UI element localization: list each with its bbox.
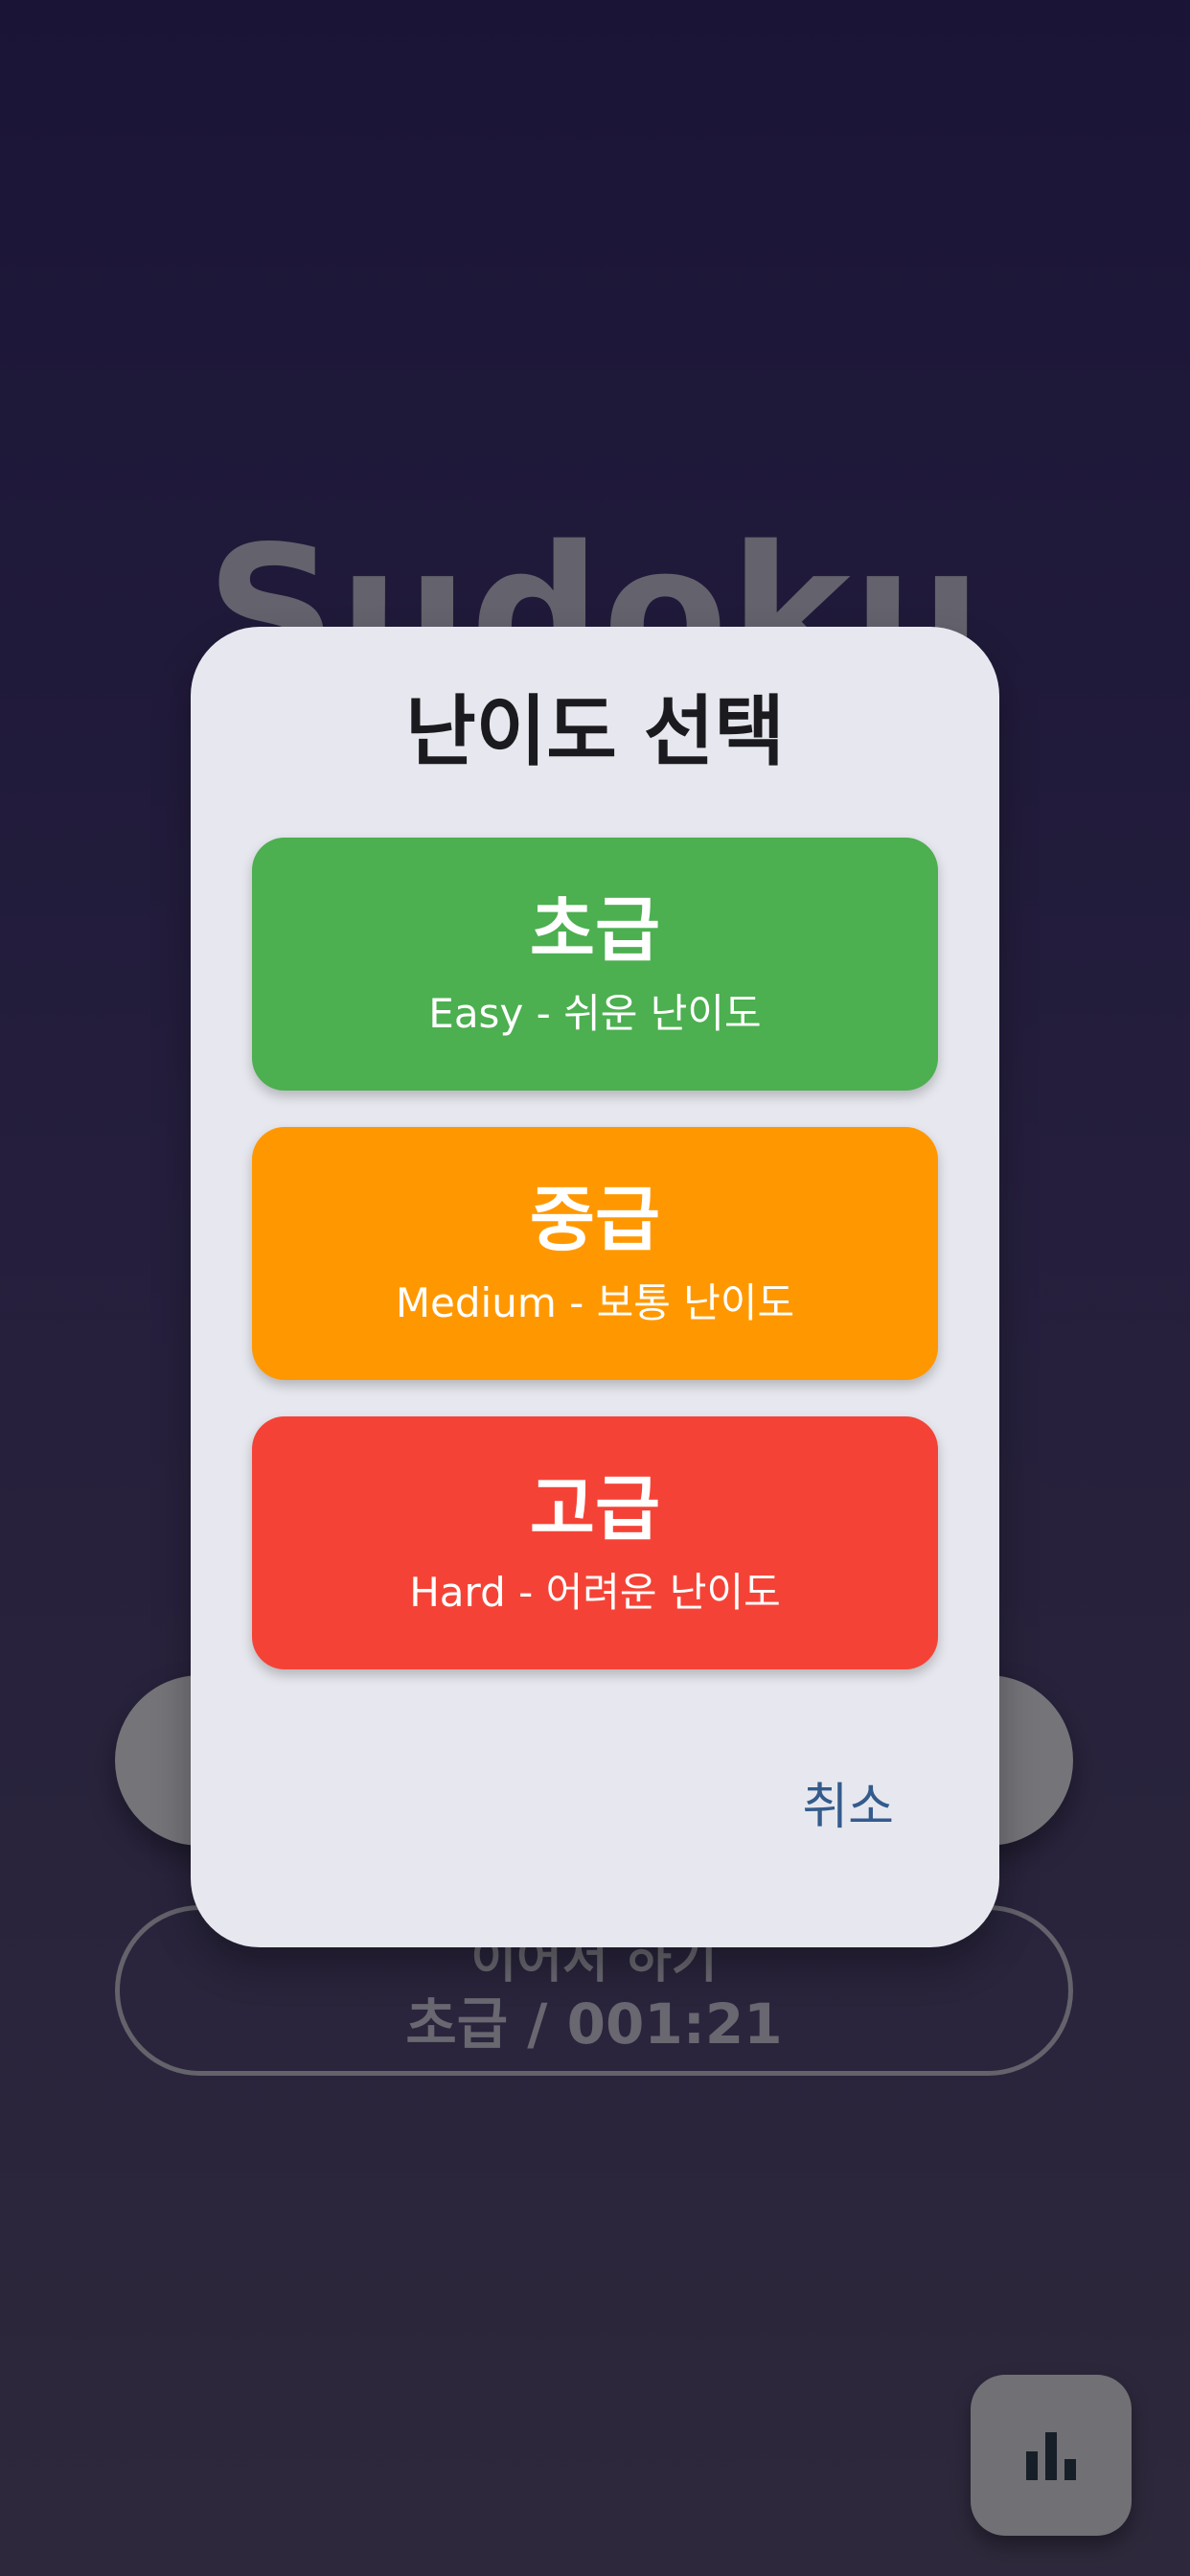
difficulty-option-medium[interactable]: 중급 Medium - 보통 난이도 (252, 1127, 938, 1380)
option-description: Easy - 쉬운 난이도 (428, 990, 762, 1037)
option-title: 초급 (529, 889, 661, 972)
option-title: 고급 (529, 1468, 661, 1551)
difficulty-dialog: 난이도 선택 초급 Easy - 쉬운 난이도 중급 Medium - 보통 난… (191, 627, 999, 1947)
option-description: Hard - 어려운 난이도 (409, 1569, 781, 1616)
cancel-button[interactable]: 취소 (802, 1777, 894, 1838)
option-title: 중급 (529, 1179, 661, 1261)
difficulty-option-easy[interactable]: 초급 Easy - 쉬운 난이도 (252, 838, 938, 1091)
difficulty-option-hard[interactable]: 고급 Hard - 어려운 난이도 (252, 1416, 938, 1669)
dialog-title: 난이도 선택 (405, 687, 785, 776)
option-description: Medium - 보통 난이도 (395, 1279, 795, 1326)
